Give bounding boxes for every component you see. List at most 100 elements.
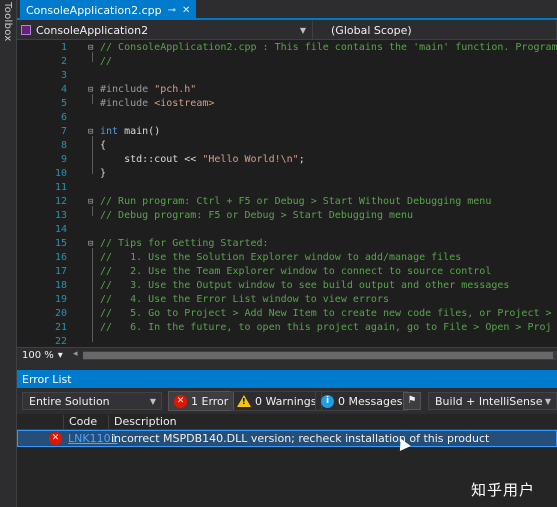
column-description[interactable]: Description [108,415,557,429]
errors-filter-button[interactable]: ✕ 1 Error [168,391,235,411]
column-code[interactable]: Code [63,415,108,429]
code-token: <iostream> [154,98,215,109]
code-token: "pch.h" [154,84,197,95]
error-icon: ✕ [49,432,62,445]
tab-title: ConsoleApplication2.cpp [26,3,162,17]
table-row[interactable]: ✕ LNK1101 incorrect MSPDB140.DLL version… [17,430,557,447]
code-line[interactable]: 10} [17,167,557,181]
error-list-title-bar[interactable]: Error List [17,370,557,388]
code-text: #include <iostream> [100,97,214,111]
messages-count-label: 0 Messages [338,394,403,408]
outlining-guide [92,136,93,174]
code-line[interactable]: 5 #include <iostream> [17,97,557,111]
code-text: } [100,167,106,181]
scroll-left-icon[interactable]: ◂ [73,349,78,359]
code-line[interactable]: 22 [17,335,557,347]
scrollbar-thumb[interactable] [83,352,553,359]
code-token: // 6. In the future, to open this projec… [100,322,552,333]
tab-consoleapplication2-cpp[interactable]: ConsoleApplication2.cpp ⊸ ✕ [20,0,197,20]
chevron-down-icon: ▾ [57,350,63,361]
code-line[interactable]: 16 // 1. Use the Solution Explorer window… [17,251,557,265]
build-source-dropdown[interactable]: Build + IntelliSense ▼ [428,392,557,410]
code-text: // Run program: Ctrl + F5 or Debug > Sta… [100,195,491,209]
code-text: std::cout << "Hello World!\n"; [100,153,305,167]
zoom-dropdown[interactable]: 100 % ▾ [22,348,63,363]
fold-toggle-icon[interactable]: ⊟ [88,237,98,251]
outlining-guide [92,52,93,62]
code-text: // [100,55,112,69]
code-token: // Run program: Ctrl + F5 or Debug > Sta… [100,196,492,207]
line-number: 21 [54,322,67,333]
line-number: 7 [60,126,67,137]
error-list-title: Error List [22,372,72,386]
fold-toggle-icon[interactable]: ⊟ [88,41,98,55]
code-text: // 3. Use the Output window to see build… [100,279,509,293]
warnings-count-label: 0 Warnings [255,394,317,408]
code-line[interactable]: 4 ⊟ #include "pch.h" [17,83,557,97]
code-line[interactable]: 21 // 6. In the future, to open this proj… [17,321,557,335]
horizontal-scrollbar[interactable] [83,351,557,360]
messages-filter-button[interactable]: i 0 Messages [315,391,409,411]
fold-toggle-icon[interactable]: ⊟ [88,83,98,97]
scope-dropdown[interactable]: (Global Scope) [327,21,557,39]
chevron-down-icon: ▼ [299,25,306,35]
warnings-filter-button[interactable]: ! 0 Warnings [231,391,323,411]
errors-count-label: 1 Error [191,394,229,408]
info-icon: i [321,394,334,408]
code-text: int main() [100,125,160,139]
filter-icon[interactable]: ⚑ [403,392,421,410]
code-line[interactable]: 1 ⊟// ConsoleApplication2.cpp : This file… [17,41,557,55]
outlining-guide [92,206,93,216]
code-line[interactable]: 2 // [17,55,557,69]
fold-toggle-icon[interactable]: ⊟ [88,195,98,209]
code-line[interactable]: 8{ [17,139,557,153]
code-line[interactable]: 12 ⊟// Run program: Ctrl + F5 or Debug > … [17,195,557,209]
close-icon[interactable]: ✕ [182,5,190,16]
project-dropdown[interactable]: ConsoleApplication2 ▼ [17,21,313,39]
line-number: 3 [60,70,67,81]
line-number: 16 [54,252,67,263]
line-number: 10 [54,168,67,179]
fold-toggle-icon[interactable]: ⊟ [88,125,98,139]
toolbox-label[interactable]: Toolbox [2,2,13,42]
chevron-down-icon: ▼ [544,396,551,406]
code-line[interactable]: 7 ⊟ int main() [17,125,557,139]
code-line[interactable]: 11 [17,181,557,195]
line-number: 13 [54,210,67,221]
code-token: } [100,168,107,179]
code-line[interactable]: 20 // 5. Go to Project > Add New Item to … [17,307,557,321]
line-number: 14 [54,224,67,235]
code-token: { [100,140,107,151]
warning-icon: ! [237,395,251,407]
splitter[interactable] [17,363,557,370]
toolbox-strip[interactable]: Toolbox [0,0,17,507]
code-line[interactable]: 15 ⊟// Tips for Getting Started: [17,237,557,251]
code-line[interactable]: 13 // Debug program: F5 or Debug > Start … [17,209,557,223]
code-text: // 1. Use the Solution Explorer window t… [100,251,461,265]
code-text: #include "pch.h" [100,83,196,97]
code-line[interactable]: 18 // 3. Use the Output window to see bui… [17,279,557,293]
line-number: 18 [54,280,67,291]
code-token: // 1. Use the Solution Explorer window t… [100,252,462,263]
code-line[interactable]: 9 std::cout << "Hello World!\n"; [17,153,557,167]
scope-filter-value: Entire Solution [29,394,110,408]
code-editor[interactable]: 1 ⊟// ConsoleApplication2.cpp : This file… [17,40,557,347]
scope-filter-dropdown[interactable]: Entire Solution ▼ [22,392,162,410]
code-line[interactable]: 17 // 2. Use the Team Explorer window to … [17,265,557,279]
line-number: 11 [54,182,67,193]
code-line[interactable]: 19 // 4. Use the Error List window to vie… [17,293,557,307]
code-line[interactable]: 6 [17,111,557,125]
code-token: #include [100,98,155,109]
line-number: 8 [60,140,67,151]
line-number: 6 [60,112,67,123]
code-text: // Tips for Getting Started: [100,237,269,251]
code-text: // 6. In the future, to open this projec… [100,321,552,335]
error-description: incorrect MSPDB140.DLL version; recheck … [111,432,490,445]
code-line[interactable]: 14 [17,223,557,237]
code-text: { [100,139,106,153]
code-line[interactable]: 3 [17,69,557,83]
scope-name: (Global Scope) [331,23,412,37]
pin-icon[interactable]: ⊸ [168,5,176,16]
line-number: 15 [54,238,67,249]
build-source-value: Build + IntelliSense [435,394,543,408]
